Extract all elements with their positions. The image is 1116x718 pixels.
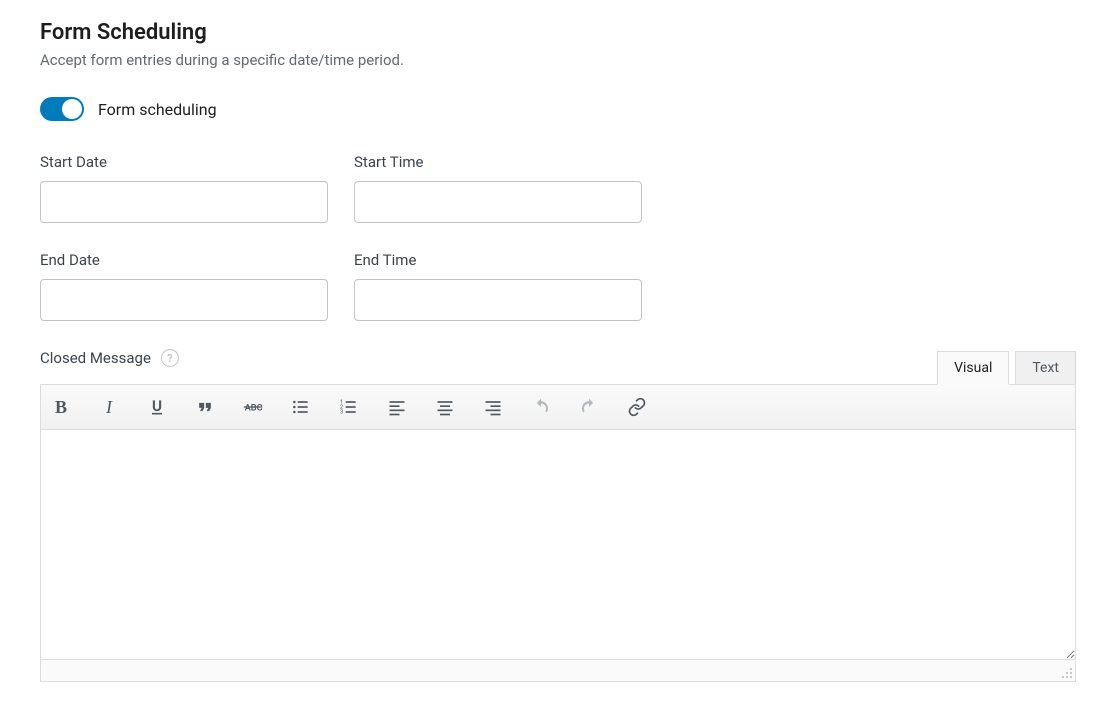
- start-time-field: Start Time: [354, 153, 642, 223]
- editor-toolbar: B I ABC 123: [40, 384, 1076, 430]
- date-fields-row-2: End Date End Time: [40, 251, 1076, 321]
- page-description: Accept form entries during a specific da…: [40, 51, 1076, 69]
- bulleted-list-button[interactable]: [287, 393, 315, 421]
- editor-tabs: Visual Text: [40, 351, 1076, 384]
- list-ol-icon: 123: [339, 397, 359, 417]
- align-center-icon: [435, 397, 455, 417]
- end-time-input[interactable]: [354, 279, 642, 321]
- start-time-label: Start Time: [354, 153, 642, 171]
- svg-text:ABC: ABC: [245, 403, 263, 413]
- start-date-label: Start Date: [40, 153, 328, 171]
- bold-icon: B: [55, 397, 67, 418]
- start-time-input[interactable]: [354, 181, 642, 223]
- redo-icon: [579, 397, 599, 417]
- align-right-icon: [483, 397, 503, 417]
- align-center-button[interactable]: [431, 393, 459, 421]
- align-left-icon: [387, 397, 407, 417]
- align-right-button[interactable]: [479, 393, 507, 421]
- underline-button[interactable]: [143, 393, 171, 421]
- redo-button[interactable]: [575, 393, 603, 421]
- end-date-label: End Date: [40, 251, 328, 269]
- editor-footer: [40, 660, 1076, 682]
- strikethrough-button[interactable]: ABC: [239, 393, 267, 421]
- text-tab[interactable]: Text: [1015, 351, 1076, 384]
- editor-content-area[interactable]: [40, 430, 1076, 660]
- end-time-field: End Time: [354, 251, 642, 321]
- form-scheduling-toggle[interactable]: [40, 97, 84, 121]
- strikethrough-icon: ABC: [243, 397, 263, 417]
- italic-button[interactable]: I: [95, 393, 123, 421]
- form-scheduling-toggle-label: Form scheduling: [98, 100, 217, 119]
- underline-icon: [147, 397, 167, 417]
- bold-button[interactable]: B: [47, 393, 75, 421]
- page-title: Form Scheduling: [40, 20, 1076, 45]
- italic-icon: I: [106, 397, 112, 418]
- align-left-button[interactable]: [383, 393, 411, 421]
- svg-text:3: 3: [340, 410, 343, 416]
- end-date-field: End Date: [40, 251, 328, 321]
- start-date-input[interactable]: [40, 181, 328, 223]
- quote-icon: [195, 397, 215, 417]
- undo-button[interactable]: [527, 393, 555, 421]
- end-time-label: End Time: [354, 251, 642, 269]
- toggle-knob: [62, 99, 82, 119]
- numbered-list-button[interactable]: 123: [335, 393, 363, 421]
- link-button[interactable]: [623, 393, 651, 421]
- blockquote-button[interactable]: [191, 393, 219, 421]
- date-fields-row-1: Start Date Start Time: [40, 153, 1076, 223]
- end-date-input[interactable]: [40, 279, 328, 321]
- resize-grip-icon[interactable]: [1061, 667, 1073, 679]
- rich-text-editor: Visual Text B I ABC 123: [40, 351, 1076, 682]
- start-date-field: Start Date: [40, 153, 328, 223]
- visual-tab[interactable]: Visual: [937, 351, 1009, 385]
- list-ul-icon: [291, 397, 311, 417]
- link-icon: [627, 397, 647, 417]
- undo-icon: [531, 397, 551, 417]
- form-scheduling-toggle-row: Form scheduling: [40, 97, 1076, 121]
